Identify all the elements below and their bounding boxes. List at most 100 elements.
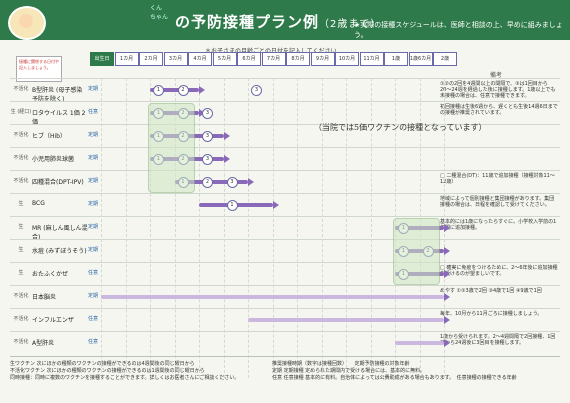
vaccine-remark: 基本的には1歳になったらすぐに。小学校入学前の1年間に追加接種。 [440,219,557,231]
arrow-head-icon [272,201,279,209]
column-9: 9カ月 [310,52,335,66]
vaccine-name: おたふくかぜ [32,271,69,278]
arrow-head-icon [223,155,230,163]
vaccine-type: 定期 [88,201,99,207]
vaccine-remark: □ 確実に免疫をつけるために、2〜6年後に追加接種を受けるのが望ましいです。 [440,265,558,277]
baby-logo-icon [8,6,46,40]
dose-marker: 3 [202,154,213,165]
month-gridline [272,78,274,378]
vaccine-type: 定期 [88,178,99,184]
page-title: の予防接種プラン例（2歳まで） [175,13,382,31]
vaccine-remark: □ 二種混合(DT)：11歳で追加接種（接種対象11〜12歳） [440,173,555,185]
arrow-head-icon [223,132,230,140]
column-8: 8カ月 [286,52,310,66]
ruby-chan: ちゃん [150,14,169,21]
vaccine-category: 生 (経口) [10,109,32,115]
vaccine-row: 生 水痘 (みずぼうそう) 定期 [10,239,560,263]
vaccine-name: 四種混合(DPT-IPV) [32,179,84,186]
recommended-zone [393,218,440,285]
header-band: くん ちゃん の予防接種プラン例（2歳まで） ★実際の接種スケジュールは、医師と… [0,0,570,40]
vaccine-row: 生 BCG 定期 地域によって個別接種と集団接種があります。集団接種の場合は、日程を確… [10,193,560,217]
vaccine-category: 生 [18,247,24,253]
month-gridline [125,78,127,378]
vaccine-remark: 1歳から受けられます。2〜4週間隔で2回接種、1回目から24週後に3回目を接種し… [440,334,556,346]
dose-marker: 3 [251,85,262,96]
column-5: 5カ月 [212,52,237,66]
month-gridline [101,78,102,378]
arrow-head-icon [444,224,450,232]
arrow-head-icon [444,247,450,255]
vaccine-remark: 地域によって個別接種と集団接種があります。集団接種の場合は、日程を確認して受けて… [440,196,555,208]
vaccine-row: 不活化 四種混合(DPT-IPV) 定期 □ 二種混合(DT)：11歳で追加接種（接種… [10,170,560,194]
vaccine-type: 定期 [88,155,99,161]
footer-live-vaccine: 生ワクチン 次にほかの種類のワクチンの接種ができるのは4週間後の同じ曜日から [10,361,195,367]
vaccine-category: 生 [18,201,24,207]
vaccine-category: 生 [18,224,24,230]
vaccine-name: インフルエンザ [32,317,74,324]
vaccine-remark: ①②の2回を4週間以上の間隔で、③は1回目から20〜24週を経過した後に接種しま… [440,81,556,99]
vaccine-category: 不活化 [13,86,29,92]
arrow-head-icon [444,270,450,278]
footer-inactivated-vaccine: 不活化ワクチン 次にほかの種類のワクチンの接種ができるのは1週間後の同じ曜日から [10,368,205,374]
vaccine-category: 不活化 [13,339,29,345]
vaccine-type: 定期 [88,132,99,138]
vaccine-type: 定期 [88,247,99,253]
dose-marker: 3 [202,108,213,119]
vaccine-row: 不活化 B型肝炎 (母子感染予防を除く) 定期 ①②の2回を4週間以上の間隔で、③は1… [10,78,560,103]
vaccine-type: 定期 [88,86,99,92]
column-4: 4カ月 [188,52,212,66]
schedule-bar [395,341,444,345]
dose-marker: 2 [177,85,189,96]
vaccine-name: 日本脳炎 [32,294,57,301]
vaccine-row: 生 おたふくかぜ 任意 □ 確実に免疫をつけるために、2〜6年後に追加接種を受けるのが… [10,262,560,286]
column-12: 1歳 [384,52,408,66]
vaccine-category: 不活化 [13,178,29,184]
dose-marker: 1 [226,200,238,211]
column-0: 出生日 [90,52,114,66]
vaccine-name: ヒブ（Hib） [32,133,66,140]
arrow-head-icon [444,293,450,301]
column-14: 2歳 [433,52,457,66]
dose-marker: 3 [226,177,238,188]
arrow-head-icon [444,316,450,324]
vaccine-type: 任意 [88,339,99,345]
vaccine-name: 水痘 (みずぼうそう) [32,248,87,255]
vaccine-name: A型肝炎 [32,340,55,347]
vaccine-remark: めやす ①②3歳で2回 ③4歳で1回 ④9歳で1回 [440,288,542,294]
schedule-bar [101,295,444,299]
vaccine-category: 不活化 [13,316,29,322]
month-gridline [297,78,298,378]
vaccine-row: 不活化 小児用肺炎球菌 定期 [10,147,560,171]
vaccine-type: 任意 [88,270,99,276]
vaccine-category: 不活化 [13,132,29,138]
vaccine-name: BCG [32,200,45,207]
vaccine-type: 任意 [88,316,99,322]
schedule-sheet: くん ちゃん の予防接種プラン例（2歳まで） ★実際の接種スケジュールは、医師と… [0,0,570,403]
vaccine-type: 定期 [88,224,99,230]
arrow-head-icon [444,339,450,347]
column-1: 1カ月 [114,52,139,66]
vaccine-category: 不活化 [13,155,29,161]
footer-simultaneous: 同時接種：同時に複数のワクチンを接種することができます。詳しくはお医者さんにご相… [10,375,240,381]
column-2: 2カ月 [139,52,163,66]
vaccine-remark: 毎年、10月から11月ごろに接種しましょう。 [440,311,543,317]
month-gridline [223,78,225,378]
schedule-notice: ★実際の接種スケジュールは、医師と相談の上、早めに組みましょう。 [354,21,563,39]
column-3: 3カ月 [163,52,188,66]
recommended-zone [148,103,195,193]
dose-marker: 3 [202,131,213,142]
vaccine-category: 生 [18,270,24,276]
ruby-kun: くん [150,5,163,12]
dose-marker: 1 [153,85,164,96]
footer-recommended: 推奨接種時期（数字は接種回数） 定期予防接種の対象年齢 [272,361,410,367]
column-10: 10カ月 [335,52,359,66]
column-6: 6カ月 [237,52,261,66]
footer-routine: 定期 定期接種 定められた期間内で受ける場合には、基本的に無料。 [272,368,426,374]
schedule-bar [248,318,444,322]
arrow-head-icon [199,86,205,94]
vaccine-type: 定期 [88,293,99,299]
dose-marker: 2 [202,177,213,188]
vaccine-type: 任意 [88,109,99,115]
vaccine-row: 不活化 A型肝炎 任意 1歳から受けられます。2〜4週間隔で2回接種、1回目から24週… [10,331,560,355]
hib-handwritten-note: （当院では5価ワクチンの接種となっています） [314,123,487,132]
